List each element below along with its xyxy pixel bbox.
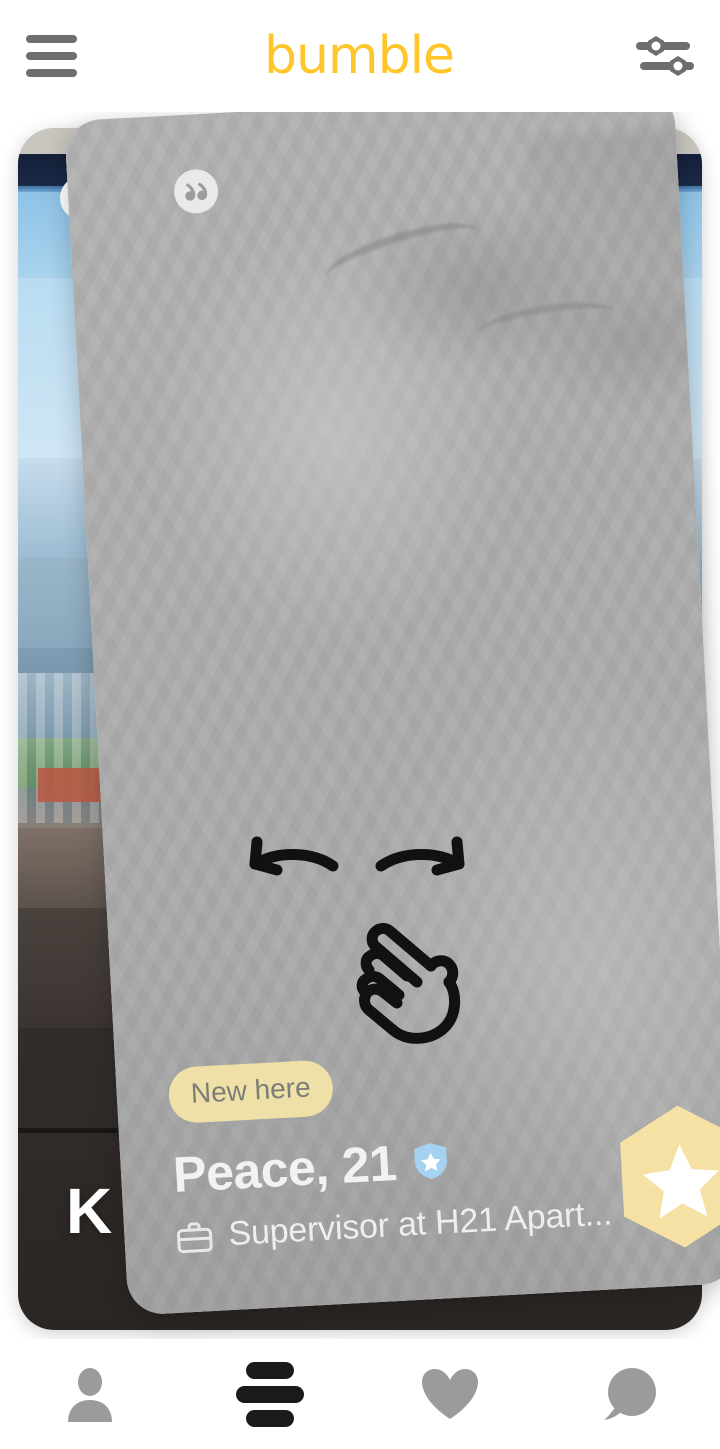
- profile-name-row: Peace, 21: [172, 1120, 654, 1204]
- person-icon: [68, 1368, 112, 1422]
- nav-item-chats[interactable]: [540, 1339, 720, 1449]
- profile-card-stack: K New here Peace, 21 Supervisor at H21 A…: [0, 0, 720, 1340]
- nav-item-likes[interactable]: [360, 1339, 540, 1449]
- profile-info-block: New here Peace, 21 Supervisor at H21 Apa…: [167, 1042, 657, 1257]
- hive-bar: [236, 1385, 304, 1403]
- profile-name-age: Peace, 21: [171, 1134, 398, 1203]
- verified-shield-star-icon: [414, 1143, 448, 1180]
- bottom-navigation-bar: [0, 1339, 720, 1449]
- hamburger-bar: [26, 52, 77, 60]
- superswipe-star-hexagon-icon[interactable]: [612, 1100, 720, 1253]
- filter-sliders-icon[interactable]: [635, 31, 694, 81]
- nav-item-profile[interactable]: [0, 1339, 180, 1449]
- briefcase-icon: [176, 1221, 213, 1253]
- speech-bubble-icon: [604, 1368, 656, 1420]
- hamburger-bar: [26, 69, 77, 77]
- profile-name-background-card: K: [66, 1175, 112, 1247]
- hamburger-bar: [26, 35, 77, 43]
- bumble-app-screen: bumble K New here Peace, 21 Supervisor a…: [0, 0, 720, 1449]
- profile-card-active[interactable]: New here Peace, 21 Supervisor at H21 Apa…: [64, 88, 720, 1316]
- heart-icon: [422, 1369, 478, 1419]
- app-header: bumble: [0, 0, 720, 112]
- hive-bar: [246, 1409, 294, 1427]
- hamburger-menu-icon[interactable]: [26, 32, 82, 80]
- bumble-logo: bumble: [263, 26, 455, 86]
- hive-bars-icon: [236, 1361, 304, 1427]
- nav-item-discover[interactable]: [180, 1339, 360, 1449]
- new-here-badge: New here: [167, 1059, 335, 1125]
- hive-bar: [246, 1361, 294, 1379]
